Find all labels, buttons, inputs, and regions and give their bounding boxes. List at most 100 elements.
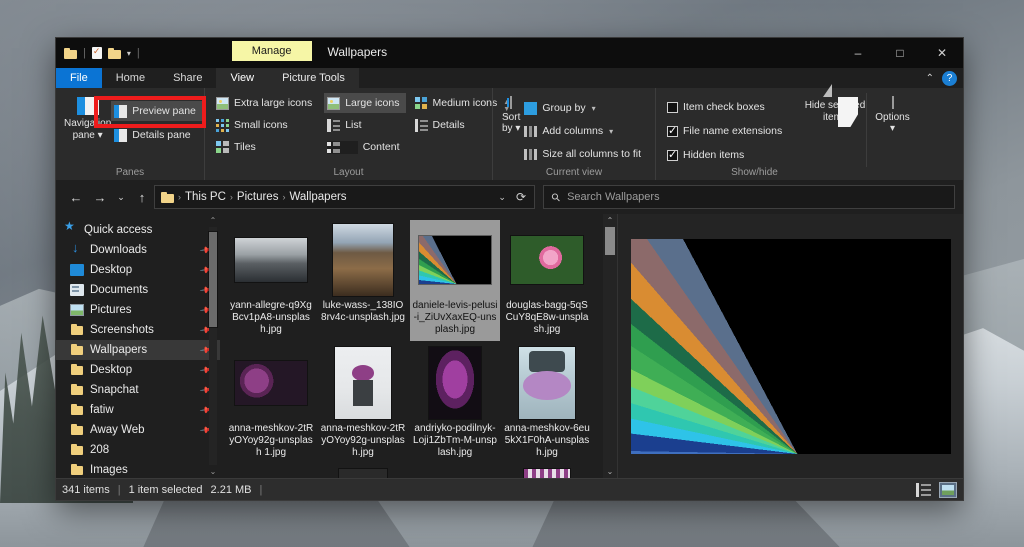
back-button[interactable]: ←: [64, 185, 88, 209]
navigation-pane-label-line1: Navigation: [64, 118, 112, 129]
breadcrumb-this-pc[interactable]: This PC: [185, 191, 226, 203]
sidebar-item-documents[interactable]: Documents 📌: [56, 280, 220, 300]
options-button[interactable]: Options ▾: [866, 93, 918, 167]
preview-pane-button[interactable]: Preview pane: [111, 101, 202, 121]
details-view-button[interactable]: Details: [412, 115, 504, 135]
file-item[interactable]: luke-wass-_138IO8rv4c-unsplash.jpg: [318, 220, 408, 341]
large-icons-icon: [327, 96, 341, 110]
close-button[interactable]: ✕: [921, 38, 963, 68]
folder-icon[interactable]: [64, 47, 77, 59]
sidebar-scroll-up-icon[interactable]: ⌃: [210, 216, 217, 225]
file-name-label: daniele-levis-pelusi-i_ZiUvXaxEQ-unsplas…: [412, 300, 498, 336]
file-item[interactable]: anna-meshkov-6eu5kX1F0hA-unsplash.jpg: [502, 343, 592, 464]
sidebar-item-desktop-2[interactable]: Desktop 📌: [56, 360, 220, 380]
group-by-dropdown-icon[interactable]: ▾: [592, 104, 596, 113]
search-box[interactable]: ⚲ Search Wallpapers: [543, 185, 955, 209]
breadcrumb-pictures[interactable]: Pictures: [237, 191, 279, 203]
file-item[interactable]: [502, 465, 592, 478]
preview-pane: [617, 214, 963, 478]
refresh-icon[interactable]: ⟳: [516, 190, 528, 204]
navigation-pane: Quick access Downloads 📌 Desktop 📌 Docum…: [56, 214, 220, 478]
file-list-pane[interactable]: yann-allegre-q9XgBcv1pA8-unsplash.jpg lu…: [220, 214, 617, 478]
title-bar: | ▾ | Manage Wallpapers – □ ✕: [56, 38, 963, 68]
content-view-button[interactable]: Content: [324, 137, 405, 157]
file-item[interactable]: anna-meshkov-2tRyOYoy92g-unsplash 1.jpg: [226, 343, 316, 464]
minimize-button[interactable]: –: [837, 38, 879, 68]
maximize-button[interactable]: □: [879, 38, 921, 68]
add-columns-button[interactable]: Add columns ▾: [521, 121, 647, 141]
add-columns-icon: [524, 124, 538, 138]
up-button[interactable]: ↑: [130, 185, 154, 209]
file-item[interactable]: douglas-bagg-5qSCuY8qE8w-unsplash.jpg: [502, 220, 592, 341]
item-check-boxes-label: Item check boxes: [683, 101, 765, 113]
file-item[interactable]: anna-meshkov-2tRyOYoy92g-unsplash.jpg: [318, 343, 408, 464]
status-view-buttons: [915, 481, 957, 498]
large-icons-button[interactable]: Large icons: [324, 93, 406, 113]
file-item[interactable]: [318, 465, 408, 478]
breadcrumb-wallpapers[interactable]: Wallpapers: [289, 191, 346, 203]
tiles-view-button[interactable]: Tiles: [213, 137, 318, 157]
tab-picture-tools[interactable]: Picture Tools: [268, 68, 359, 88]
size-all-columns-button[interactable]: Size all columns to fit: [521, 144, 647, 164]
manage-tool-group-label[interactable]: Manage: [231, 41, 312, 61]
file-item[interactable]: [410, 465, 500, 478]
tab-share[interactable]: Share: [159, 68, 216, 88]
medium-icons-button[interactable]: Medium icons: [412, 93, 504, 113]
details-pane-button[interactable]: Details pane: [111, 125, 202, 145]
forward-button[interactable]: →: [88, 185, 112, 209]
address-bar[interactable]: › This PC › Pictures › Wallpapers ⌄ ⟳: [154, 185, 535, 209]
sidebar-scrollbar[interactable]: ⌃ ⌄: [208, 216, 218, 476]
large-icons-view-button[interactable]: [939, 481, 957, 498]
customize-qat-caret-icon[interactable]: ▾: [127, 49, 131, 58]
sidebar-item-label: Quick access: [84, 224, 153, 236]
sidebar-scroll-thumb[interactable]: [209, 231, 217, 327]
navigation-pane-button[interactable]: Navigation pane ▾: [64, 93, 111, 167]
hidden-items-checkbox[interactable]: Hidden items: [664, 145, 804, 165]
file-scroll-track[interactable]: [603, 227, 617, 465]
properties-icon[interactable]: [91, 46, 102, 59]
extra-large-icons-button[interactable]: Extra large icons: [213, 93, 318, 113]
new-folder-icon[interactable]: [107, 47, 121, 59]
recent-locations-button[interactable]: ⌄: [112, 185, 130, 209]
address-dropdown-icon[interactable]: ⌄: [492, 192, 512, 203]
file-name-extensions-checkbox[interactable]: File name extensions: [664, 121, 804, 141]
sidebar-item-desktop[interactable]: Desktop 📌: [56, 260, 220, 280]
file-item[interactable]: yann-allegre-q9XgBcv1pA8-unsplash.jpg: [226, 220, 316, 341]
sidebar-scroll-down-icon[interactable]: ⌄: [210, 467, 217, 476]
add-columns-dropdown-icon[interactable]: ▾: [609, 127, 613, 136]
sidebar-item-away-web[interactable]: Away Web 📌: [56, 420, 220, 440]
tab-file[interactable]: File: [56, 68, 102, 88]
search-placeholder: Search Wallpapers: [567, 191, 660, 203]
details-view-button[interactable]: [915, 481, 933, 498]
file-scroll-thumb[interactable]: [605, 227, 615, 255]
file-item[interactable]: daniele-levis-pelusi-i_ZiUvXaxEQ-unsplas…: [410, 220, 500, 341]
sidebar-item-quick-access[interactable]: Quick access: [56, 220, 220, 240]
group-by-button[interactable]: Group by ▾: [521, 98, 647, 118]
file-scroll-up-icon[interactable]: ⌃: [607, 214, 614, 227]
file-scroll-down-icon[interactable]: ⌄: [607, 465, 614, 478]
file-list-scrollbar[interactable]: ⌃ ⌄: [603, 214, 617, 478]
sidebar-item-downloads[interactable]: Downloads 📌: [56, 240, 220, 260]
tab-view[interactable]: View: [216, 68, 269, 88]
sidebar-scroll-track[interactable]: [209, 227, 217, 465]
help-icon[interactable]: ?: [942, 70, 957, 86]
sidebar-item-pictures[interactable]: Pictures 📌: [56, 300, 220, 320]
hide-selected-items-button[interactable]: Hide selected items: [804, 93, 866, 167]
breadcrumb-separator: ›: [282, 192, 286, 202]
sidebar-item-screenshots[interactable]: Screenshots 📌: [56, 320, 220, 340]
tab-home[interactable]: Home: [102, 68, 159, 88]
list-view-button[interactable]: List: [324, 115, 405, 135]
file-item[interactable]: [226, 465, 316, 478]
sidebar-item-wallpapers[interactable]: Wallpapers 📌: [56, 340, 220, 360]
folder-icon: [70, 444, 84, 456]
sidebar-item-label: fatiw: [90, 404, 114, 416]
sidebar-item-208[interactable]: 208: [56, 440, 220, 460]
collapse-ribbon-icon[interactable]: ⌃: [926, 73, 934, 84]
sidebar-item-fatiw[interactable]: fatiw 📌: [56, 400, 220, 420]
sidebar-item-snapchat[interactable]: Snapchat 📌: [56, 380, 220, 400]
item-check-boxes-checkbox[interactable]: Item check boxes: [664, 97, 804, 117]
sidebar-item-images[interactable]: Images: [56, 460, 220, 478]
sort-by-button[interactable]: Sort by ▾: [501, 93, 521, 167]
file-item[interactable]: andriyko-podilnyk-Loji1ZbTm-M-unsplash.j…: [410, 343, 500, 464]
small-icons-button[interactable]: Small icons: [213, 115, 318, 135]
